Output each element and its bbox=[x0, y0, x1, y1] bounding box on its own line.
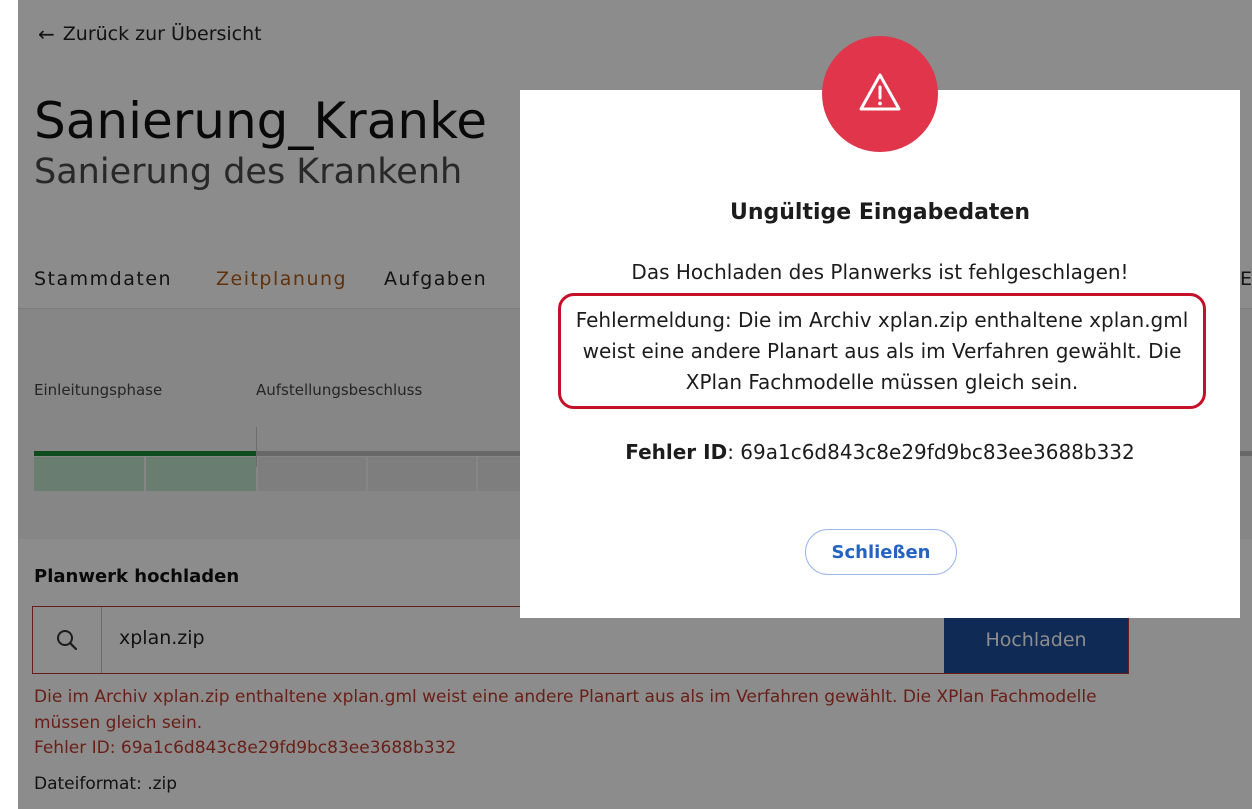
warning-badge bbox=[822, 36, 938, 152]
app-window: ← Zurück zur Übersicht Sanierung_Kranke … bbox=[0, 0, 1252, 809]
dialog-error-id-label: Fehler ID bbox=[625, 440, 728, 464]
dialog-error-id: Fehler ID: 69a1c6d843c8e29fd9bc83ee3688b… bbox=[520, 440, 1240, 464]
dialog-lead-text: Das Hochladen des Planwerks ist fehlgesc… bbox=[631, 260, 1129, 284]
dialog-error-id-value: : 69a1c6d843c8e29fd9bc83ee3688b332 bbox=[727, 440, 1135, 464]
dialog-error-message-text: Fehlermeldung: Die im Archiv xplan.zip e… bbox=[575, 307, 1189, 394]
error-dialog: Ungültige Eingabedaten Das Hochladen des… bbox=[520, 90, 1240, 618]
dialog-title: Ungültige Eingabedaten bbox=[729, 200, 1031, 225]
warning-triangle-icon bbox=[858, 72, 902, 116]
dialog-error-message: Fehlermeldung: Die im Archiv xplan.zip e… bbox=[558, 293, 1206, 409]
close-button[interactable]: Schließen bbox=[805, 529, 957, 575]
left-margin bbox=[0, 0, 18, 809]
